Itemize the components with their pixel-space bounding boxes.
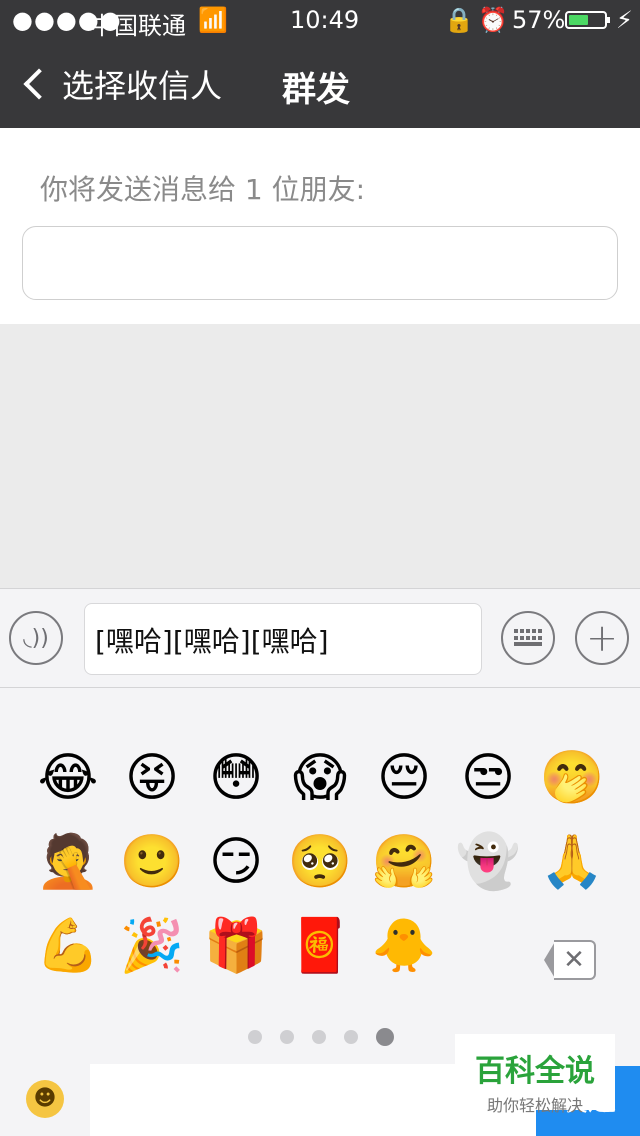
wifi-icon: 📶 — [198, 6, 228, 34]
watermark-subtitle: 助你轻松解决 — [486, 1096, 583, 1115]
chevron-left-icon — [23, 68, 55, 100]
emoji-item[interactable]: 🐥 — [362, 904, 446, 988]
emoji-item[interactable]: 🤗 — [362, 820, 446, 904]
carrier-name: 中国联通 — [90, 12, 186, 40]
emoji-item[interactable]: 🧧 — [278, 904, 362, 988]
recipient-panel: 你将发送消息给 1 位朋友: — [0, 128, 640, 324]
emoji-grid: 😂 😝 😳 😱 😔 😒 🤭 🤦 🙂 😏 🥺 🤗 👻 🙏 💪 🎉 🎁 🧧 🐥 — [26, 736, 614, 988]
delete-emoji-button[interactable]: ✕ — [544, 940, 596, 980]
battery-fill — [569, 15, 588, 25]
emoji-item[interactable]: 🙏 — [530, 820, 614, 904]
page-indicator[interactable] — [248, 1028, 394, 1046]
keyboard-icon — [514, 629, 542, 647]
watermark-title: 百科全说 — [475, 1054, 595, 1089]
battery-percentage: 57% — [512, 6, 566, 34]
emoji-item[interactable]: 🥺 — [278, 820, 362, 904]
emoji-item[interactable]: 😱 — [278, 736, 362, 820]
message-input-bar: ◟)) [嘿哈][嘿哈][嘿哈] + — [0, 588, 640, 688]
emoji-item[interactable]: 🎉 — [110, 904, 194, 988]
emoji-item[interactable]: 😳 — [194, 736, 278, 820]
more-options-button[interactable]: + — [575, 611, 629, 665]
page-dot[interactable] — [248, 1030, 262, 1044]
emoji-item[interactable]: 😔 — [362, 736, 446, 820]
charging-icon: ⚡ — [616, 6, 633, 34]
voice-icon: ◟)) — [23, 625, 49, 651]
emoji-item[interactable]: 😝 — [110, 736, 194, 820]
back-label: 选择收信人 — [62, 67, 223, 105]
page-dot[interactable] — [312, 1030, 326, 1044]
emoji-item[interactable]: 😏 — [194, 820, 278, 904]
emoji-item[interactable]: 😒 — [446, 736, 530, 820]
page-dot[interactable] — [344, 1030, 358, 1044]
keyboard-toggle-button[interactable] — [501, 611, 555, 665]
voice-input-button[interactable]: ◟)) — [9, 611, 63, 665]
status-bar: ●●●●● 中国联通 📶 10:49 🔒 ⏰ 57% ⚡ — [0, 0, 640, 40]
plus-icon: + — [586, 616, 618, 660]
clock: 10:49 — [290, 6, 360, 34]
emoji-item[interactable]: 🙂 — [110, 820, 194, 904]
recipient-hint: 你将发送消息给 1 位朋友: — [40, 173, 366, 206]
rotation-lock-icon: 🔒 — [444, 6, 474, 34]
battery-icon — [565, 11, 610, 29]
emoji-tab-smile-icon[interactable]: ☻ — [26, 1080, 64, 1118]
emoji-item[interactable]: 🤦 — [26, 820, 110, 904]
emoji-item[interactable]: 💪 — [26, 904, 110, 988]
emoji-item[interactable]: 🤭 — [530, 736, 614, 820]
back-button[interactable]: 选择收信人 — [18, 62, 222, 106]
alarm-icon: ⏰ — [478, 6, 508, 34]
page-title: 群发 — [282, 70, 350, 110]
recipient-list-box[interactable] — [22, 226, 618, 300]
emoji-item[interactable]: 👻 — [446, 820, 530, 904]
page-dot[interactable] — [376, 1028, 394, 1046]
message-input[interactable]: [嘿哈][嘿哈][嘿哈] — [84, 603, 482, 675]
page-dot[interactable] — [280, 1030, 294, 1044]
navigation-bar: 选择收信人 群发 — [0, 40, 640, 128]
emoji-item[interactable]: 🎁 — [194, 904, 278, 988]
watermark: 百科全说 助你轻松解决 — [455, 1034, 615, 1115]
emoji-item[interactable]: 😂 — [26, 736, 110, 820]
